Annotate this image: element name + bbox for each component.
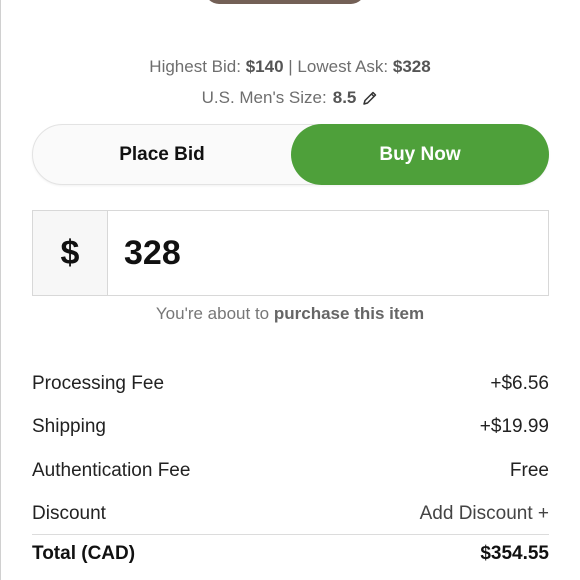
place-bid-tab[interactable]: Place Bid <box>33 125 291 184</box>
price-input-field[interactable]: $ 328 <box>32 210 549 296</box>
fee-row-shipping: Shipping +$19.99 <box>32 406 549 450</box>
total-row: Total (CAD) $354.55 <box>32 543 549 565</box>
total-label: Total (CAD) <box>32 543 136 564</box>
fee-row-discount: Discount Add Discount + <box>32 493 549 537</box>
fee-row-authentication: Authentication Fee Free <box>32 449 549 493</box>
fee-label: Shipping <box>32 416 106 438</box>
lowest-ask-value: $328 <box>392 57 431 76</box>
size-value: 8.5 <box>332 88 357 107</box>
summary-separator: | <box>288 57 293 76</box>
add-discount-button[interactable]: Add Discount + <box>420 503 549 525</box>
highest-bid-label: Highest Bid: <box>149 57 241 76</box>
purchase-note: You're about to purchase this item <box>0 304 580 324</box>
window-edge <box>0 0 1 580</box>
checkout-page: Highest Bid: $140 | Lowest Ask: $328 U.S… <box>0 0 580 580</box>
fee-label: Discount <box>32 503 106 525</box>
fee-list: Processing Fee +$6.56 Shipping +$19.99 A… <box>32 362 549 536</box>
lowest-ask-label: Lowest Ask: <box>297 57 389 76</box>
pencil-edit-icon[interactable] <box>362 90 378 106</box>
fee-row-processing: Processing Fee +$6.56 <box>32 362 549 406</box>
bid-buy-toggle: Place Bid Buy Now <box>32 124 549 185</box>
bid-ask-summary: Highest Bid: $140 | Lowest Ask: $328 <box>0 57 580 77</box>
size-selector[interactable]: U.S. Men's Size: 8.5 <box>0 88 580 108</box>
purchase-note-emphasis: purchase this item <box>273 304 425 323</box>
purchase-note-prefix: You're about to <box>155 304 270 323</box>
size-label: U.S. Men's Size: <box>201 88 327 107</box>
currency-symbol: $ <box>33 211 108 295</box>
total-value: $354.55 <box>480 543 549 564</box>
highest-bid-value: $140 <box>245 57 284 76</box>
buy-now-tab[interactable]: Buy Now <box>291 124 549 185</box>
fee-value: +$6.56 <box>490 372 549 394</box>
price-amount-input[interactable]: 328 <box>108 211 548 295</box>
total-divider <box>32 534 549 535</box>
fee-label: Processing Fee <box>32 372 165 394</box>
fee-label: Authentication Fee <box>32 459 191 481</box>
fee-value: +$19.99 <box>479 416 549 438</box>
product-image <box>205 0 365 4</box>
fee-value: Free <box>509 459 549 481</box>
